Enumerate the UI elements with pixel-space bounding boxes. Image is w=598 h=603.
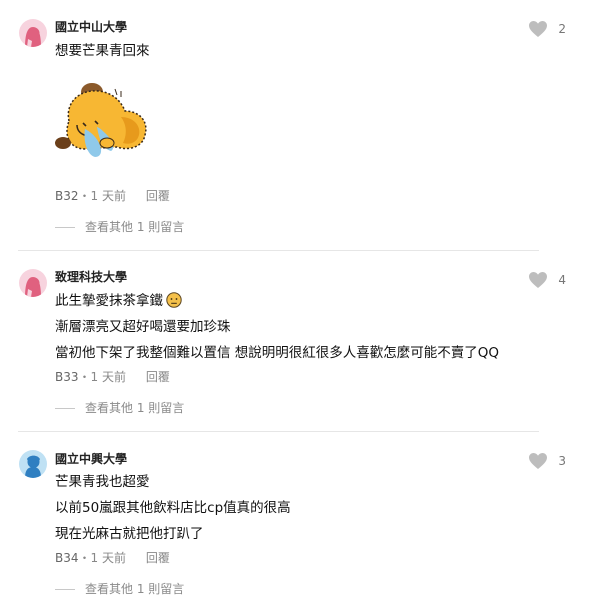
avatar[interactable] [19,269,47,297]
like-count: 4 [558,273,566,287]
meta-separator: ・ [78,551,91,565]
comment-meta: B33・1 天前 回覆 [55,370,170,384]
like-button[interactable]: 2 [528,20,566,38]
like-button[interactable]: 4 [528,271,566,289]
dash-divider [55,226,75,228]
reply-button[interactable]: 回覆 [146,189,170,203]
comment-text: 以前50嵐跟其他飲料店比cp值真的很高 [55,500,291,516]
comment-divider [18,431,539,432]
comment-text-line: 此生摯愛抹茶拿鐵 [55,293,163,309]
comment-text: 當初他下架了我整個難以置信 想說明明很紅很多人喜歡怎麼可能不賣了QQ [55,345,500,361]
comment-text: 此生摯愛抹茶拿鐵 [55,292,182,310]
floor-number: B34 [55,551,79,565]
timestamp: 1 天前 [90,551,126,565]
school-name: 國立中山大學 [55,20,128,34]
avatar[interactable] [19,450,47,478]
heart-icon [529,272,548,288]
comment-meta: B32・1 天前 回覆 [55,189,170,203]
sad-face-emoji-icon [166,292,182,308]
comment-text: 芒果青我也超愛 [55,474,150,490]
comment-text: 想要芒果青回來 [55,43,150,59]
reply-button[interactable]: 回覆 [146,551,170,565]
floor-number: B32 [55,189,79,203]
meta-separator: ・ [78,370,91,384]
view-more-replies[interactable]: 查看其他 1 則留言 [55,220,184,234]
view-more-replies-label: 查看其他 1 則留言 [85,401,185,415]
like-count: 3 [558,454,566,468]
school-name: 致理科技大學 [55,270,128,284]
heart-icon [529,21,548,37]
view-more-replies[interactable]: 查看其他 1 則留言 [55,582,184,596]
comment-text: 現在光麻古就把他打趴了 [55,526,204,542]
meta-separator: ・ [78,189,91,203]
dash-divider [55,407,75,409]
floor-number: B33 [55,370,79,384]
comment-text: 漸層漂亮又超好喝還要加珍珠 [55,319,231,335]
girl-avatar-icon [25,277,41,297]
like-button[interactable]: 3 [528,452,566,470]
girl-avatar-icon [25,27,41,47]
comment-meta: B34・1 天前 回覆 [55,551,170,565]
timestamp: 1 天前 [90,370,126,384]
crying-dog-sticker [55,83,147,157]
view-more-replies-label: 查看其他 1 則留言 [85,582,185,596]
dash-divider [55,588,75,590]
school-name: 國立中興大學 [55,452,128,466]
comment-divider [18,250,539,251]
boy-avatar-icon [25,455,41,478]
avatar[interactable] [19,19,47,47]
like-count: 2 [558,22,566,36]
view-more-replies[interactable]: 查看其他 1 則留言 [55,401,184,415]
reply-button[interactable]: 回覆 [146,370,170,384]
view-more-replies-label: 查看其他 1 則留言 [85,220,185,234]
heart-icon [529,453,548,469]
timestamp: 1 天前 [90,189,126,203]
